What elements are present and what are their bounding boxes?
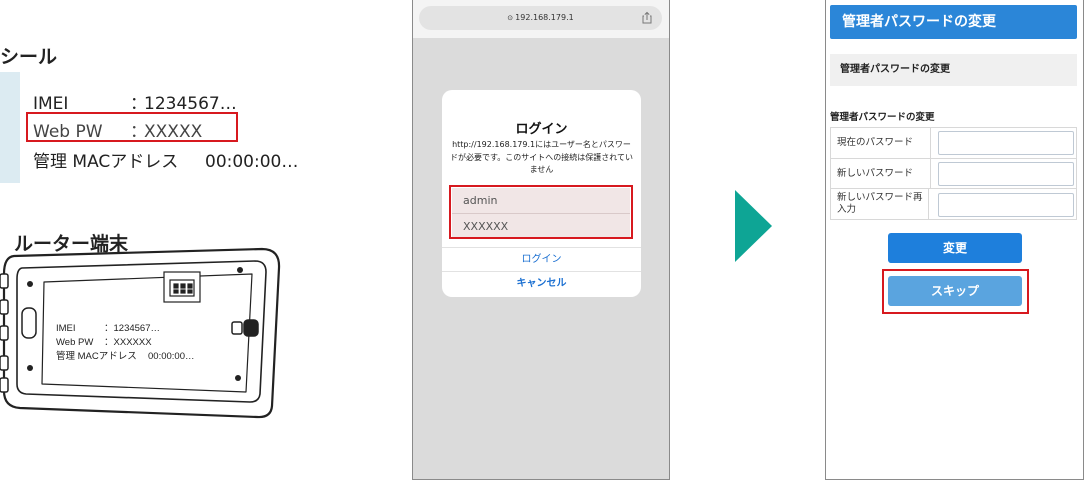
seal-row-mac: 管理 MACアドレス 00:00:00…: [33, 147, 298, 172]
login-button[interactable]: ログイン: [442, 247, 641, 272]
change-button[interactable]: 変更: [888, 233, 1022, 263]
next-arrow-icon: [735, 190, 772, 262]
share-icon[interactable]: [640, 11, 654, 25]
field-label: 新しいパスワード: [831, 159, 931, 188]
router-value: 1234567…: [113, 323, 160, 334]
dialog-title: ログイン: [515, 122, 568, 137]
seal-sep: ：: [130, 94, 147, 114]
seal-value: 1234567…: [144, 94, 237, 114]
confirm-password-input[interactable]: [938, 193, 1074, 217]
seal-title: シール: [0, 46, 58, 68]
router-row-imei: IMEI ：1234567…: [56, 320, 160, 334]
seal-label: IMEI: [33, 94, 69, 114]
seal-accent-bar: [0, 72, 20, 183]
page-header: 管理者パスワードの変更: [830, 5, 1077, 39]
dialog-message: http://192.168.179.1にはユーザー名とパスワードが必要です。こ…: [450, 140, 633, 174]
url-text: ⊙ 192.168.179.1: [419, 6, 662, 30]
current-password-input[interactable]: [938, 131, 1074, 155]
form-row-confirm: 新しいパスワード再入力: [830, 188, 1077, 220]
form-row-current: 現在のパスワード: [830, 127, 1077, 159]
browser-toolbar: ⊙ 192.168.179.1: [413, 0, 669, 38]
credentials-highlight-box: [449, 185, 633, 239]
router-value: 00:00:00…: [148, 351, 195, 362]
login-dialog: ログイン http://192.168.179.1にはユーザー名とパスワードが必…: [442, 90, 641, 297]
new-password-input[interactable]: [938, 162, 1074, 186]
sim-slot-icon: [163, 271, 201, 303]
url-bar[interactable]: ⊙ 192.168.179.1: [419, 6, 662, 30]
section-title: 管理者パスワードの変更: [830, 112, 935, 123]
seal-value: 00:00:00…: [205, 152, 299, 172]
router-sep: ：: [104, 337, 114, 348]
seal-row-imei: IMEI ：1234567…: [33, 89, 237, 114]
router-row-webpw: Web PW ：XXXXXX: [56, 334, 152, 348]
router-label: IMEI: [56, 323, 76, 334]
router-value: XXXXXX: [113, 337, 152, 348]
seal-highlight-box: [26, 112, 238, 142]
lock-icon: ⊙: [507, 14, 514, 22]
skip-highlight-box: [882, 269, 1029, 314]
router-row-mac: 管理 MACアドレス 00:00:00…: [56, 348, 194, 362]
router-label: 管理 MACアドレス: [56, 351, 137, 362]
form-row-new: 新しいパスワード: [830, 158, 1077, 189]
phone-browser: ⊙ 192.168.179.1 ログイン http://192.168.179.1…: [412, 0, 670, 480]
url-value: 192.168.179.1: [515, 13, 574, 22]
seal-label: 管理 MACアドレス: [33, 152, 179, 172]
cancel-button[interactable]: キャンセル: [442, 271, 641, 298]
field-label: 新しいパスワード再入力: [831, 189, 929, 219]
page-subheader: 管理者パスワードの変更: [830, 54, 1077, 86]
router-label: Web PW: [56, 337, 94, 348]
field-label: 現在のパスワード: [831, 128, 931, 158]
admin-password-page: 管理者パスワードの変更 管理者パスワードの変更 管理者パスワードの変更 現在のパ…: [825, 0, 1084, 480]
router-sep: ：: [104, 323, 114, 334]
